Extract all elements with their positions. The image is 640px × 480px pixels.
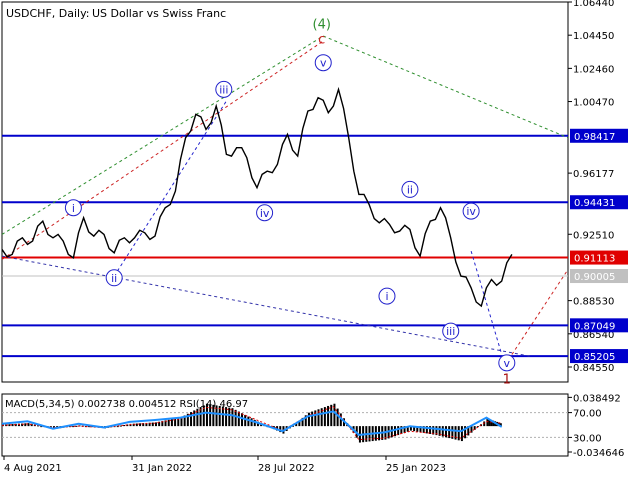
wave-label: iv	[260, 207, 270, 220]
symbol-description: US Dollar vs Swiss Franc	[92, 7, 226, 20]
macd-histogram-bar	[237, 411, 240, 427]
macd-histogram-bar	[441, 426, 444, 437]
level-label: 0.85205	[574, 352, 615, 363]
wave-label: i	[72, 202, 75, 215]
price-tick-label: 1.06440	[573, 0, 614, 9]
main-chart-area	[1, 1, 569, 383]
macd-histogram-bar	[190, 412, 193, 427]
macd-histogram-bar	[336, 408, 339, 427]
indicator-tick-label: 30.00	[573, 433, 602, 444]
level-label: 0.90005	[574, 272, 615, 283]
price-tick-label: 0.96177	[573, 169, 614, 180]
price-tick-label: 0.92510	[573, 230, 614, 241]
wave-label: ii	[407, 183, 413, 196]
wave-label: iii	[219, 83, 228, 96]
price-tick-label: 0.88530	[573, 297, 614, 308]
trend-line	[1, 40, 324, 260]
macd-histogram-bar	[460, 426, 463, 442]
price-plot	[1, 35, 569, 357]
macd-histogram-bar	[307, 412, 310, 427]
price-tick-label: 1.00470	[573, 98, 614, 109]
price-axis: 1.06440 1.04450 1.02460 1.00470 0.96177 0.925…	[568, 0, 628, 374]
wave-label: ii	[111, 272, 117, 285]
level-label: 0.94431	[574, 198, 615, 209]
price-tick-label: 0.84550	[573, 363, 614, 374]
macd-histogram-bar	[327, 405, 330, 427]
wave-label: v	[504, 357, 511, 370]
chart-canvas: (4)ciiiiiiivviiiiviiiv1 1.064401.044501.…	[1, 0, 628, 474]
wave-label: v	[320, 57, 327, 70]
level-label: 0.91113	[574, 254, 615, 265]
level-label: 0.87049	[574, 321, 615, 332]
macd-histogram-bar	[234, 409, 237, 427]
time-tick-label: 4 Aug 2021	[4, 463, 62, 474]
symbol-title: USDCHF, Daily:	[6, 7, 90, 20]
macd-histogram-bar	[170, 419, 173, 427]
macd-histogram-bar	[244, 414, 247, 427]
level-label: 0.98417	[574, 132, 615, 143]
trend-line	[323, 35, 569, 139]
wave-label: 1	[503, 372, 511, 387]
wave-label: (4)	[313, 17, 331, 32]
time-axis: 4 Aug 2021 31 Jan 2022 28 Jul 2022 25 Jan 2…	[3, 456, 446, 474]
wave-label: c	[318, 32, 325, 47]
macd-histogram-bar	[393, 426, 396, 437]
macd-histogram-bar	[311, 411, 314, 427]
indicator-tick-label: 0.038492	[573, 393, 621, 404]
wave-label: iii	[446, 325, 455, 338]
time-tick-label: 31 Jan 2022	[132, 463, 192, 474]
macd-histogram-bar	[241, 413, 244, 427]
indicator-tick-label: -0.034646	[573, 448, 624, 459]
wave-label: iv	[466, 205, 476, 218]
price-tick-label: 1.04450	[573, 31, 614, 42]
macd-histogram-bar	[228, 407, 231, 427]
macd-histogram-bar	[250, 418, 253, 427]
wave-label: i	[385, 290, 388, 303]
trend-line	[511, 269, 569, 355]
macd-histogram-bar	[247, 416, 250, 427]
trend-line	[1, 255, 530, 357]
time-tick-label: 28 Jul 2022	[258, 463, 315, 474]
trend-line	[470, 250, 503, 355]
trend-line	[113, 100, 227, 277]
price-tick-label: 1.02460	[573, 64, 614, 75]
indicator-tick-label: 70.00	[573, 409, 602, 420]
macd-histogram-bar	[397, 426, 400, 436]
indicator-title: MACD(5,34,5) 0.002738 0.004512 RSI(14) 4…	[5, 399, 248, 410]
time-tick-label: 25 Jan 2023	[386, 463, 446, 474]
macd-histogram-bar	[231, 408, 234, 427]
price-series-line	[1, 86, 513, 308]
